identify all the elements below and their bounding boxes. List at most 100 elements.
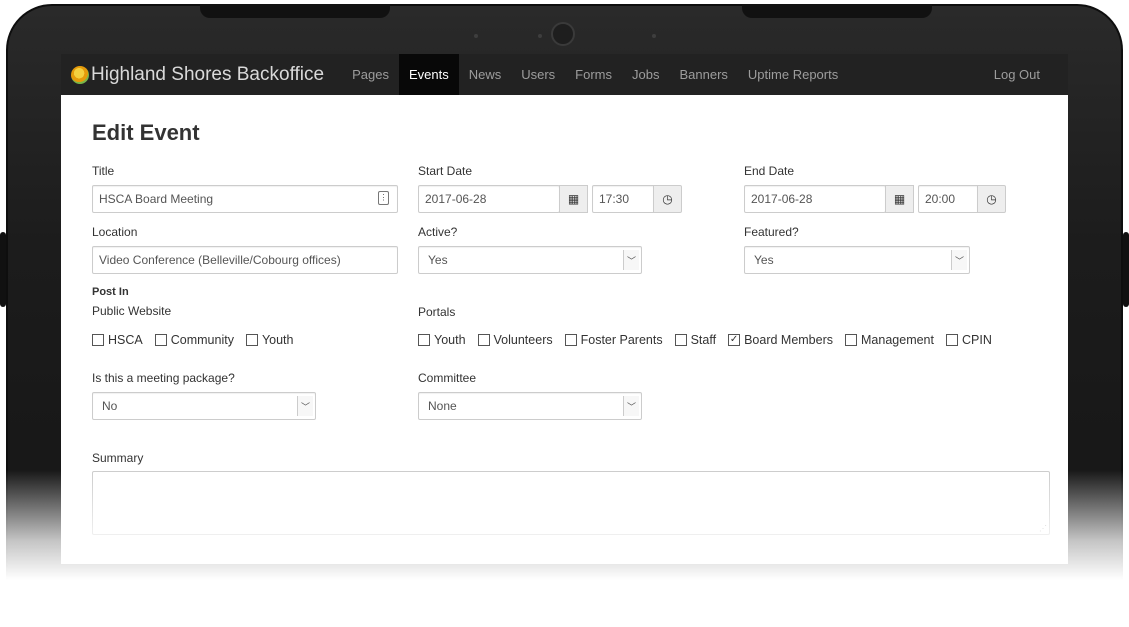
checkbox-box[interactable] — [154, 334, 167, 346]
checkbox-label: Foster Parents — [580, 333, 663, 347]
checkbox-label: HSCA — [108, 333, 143, 347]
check-icon[interactable]: ✓ — [728, 334, 741, 346]
checkbox-volunteers[interactable]: Volunteers — [477, 333, 553, 347]
nav-news[interactable]: News — [459, 54, 512, 95]
chevron-down-icon: ﹀ — [951, 250, 967, 270]
checkbox-box[interactable] — [845, 334, 858, 346]
contact-card-icon[interactable]: ⋮ — [378, 191, 389, 205]
nav-users[interactable]: Users — [511, 54, 565, 95]
start-date-value: 2017-06-28 — [425, 192, 487, 206]
nav-forms[interactable]: Forms — [565, 54, 622, 95]
checkbox-label: Management — [861, 333, 934, 347]
checkbox-box[interactable] — [945, 334, 958, 346]
public-website-label: Public Website — [92, 304, 172, 318]
checkbox-box[interactable] — [564, 334, 577, 346]
nav-uptime-reports[interactable]: Uptime Reports — [738, 54, 848, 95]
laptop-frame: Highland Shores Backoffice Pages Events … — [0, 0, 1129, 627]
committee-label: Committee — [418, 371, 477, 385]
checkbox-youth-public[interactable]: Youth — [245, 333, 294, 347]
checkbox-community[interactable]: Community — [154, 333, 234, 347]
screen: Highland Shores Backoffice Pages Events … — [61, 54, 1068, 564]
active-select[interactable]: Yes ﹀ — [418, 246, 642, 274]
checkbox-label: Staff — [690, 333, 717, 347]
checkbox-youth-portal[interactable]: Youth — [418, 333, 466, 347]
end-time-input[interactable]: 20:00 — [918, 185, 978, 213]
nav-pages[interactable]: Pages — [342, 54, 399, 95]
end-date-label: End Date — [744, 164, 795, 178]
checkbox-box[interactable] — [245, 334, 258, 346]
checkbox-staff[interactable]: Staff — [674, 333, 717, 347]
checkbox-management[interactable]: Management — [845, 333, 934, 347]
summary-label: Summary — [92, 451, 144, 465]
chevron-down-icon: ﹀ — [297, 396, 313, 416]
logout-link[interactable]: Log Out — [984, 54, 1058, 95]
title-label: Title — [92, 164, 115, 178]
checkbox-board-members[interactable]: ✓ Board Members — [728, 333, 833, 347]
meeting-package-select[interactable]: No ﹀ — [92, 392, 316, 420]
checkbox-label: Community — [170, 333, 234, 347]
checkbox-label: Board Members — [744, 333, 834, 347]
nav-jobs[interactable]: Jobs — [622, 54, 669, 95]
checkbox-label: Youth — [434, 333, 466, 347]
sensor-dot — [474, 34, 478, 38]
sensor-dot — [538, 34, 542, 38]
start-time-input[interactable]: 17:30 — [592, 185, 654, 213]
active-label: Active? — [418, 225, 458, 239]
featured-value: Yes — [754, 253, 774, 267]
chevron-down-icon: ﹀ — [623, 396, 639, 416]
public-website-options: HSCA Community Youth — [92, 333, 305, 347]
brand[interactable]: Highland Shores Backoffice — [71, 64, 324, 86]
end-date-input[interactable]: 2017-06-28 — [744, 185, 886, 213]
featured-label: Featured? — [744, 225, 799, 239]
calendar-icon[interactable]: ▦ — [885, 185, 914, 213]
featured-select[interactable]: Yes ﹀ — [744, 246, 970, 274]
checkbox-box[interactable] — [418, 334, 430, 346]
checkbox-box[interactable] — [674, 334, 687, 346]
title-value: HSCA Board Meeting — [99, 192, 214, 206]
edit-event-form: Edit Event — [61, 120, 1068, 146]
portals-label: Portals — [418, 305, 456, 319]
resize-grip-icon[interactable]: ⋰ — [1039, 524, 1047, 533]
side-button-left — [0, 232, 6, 307]
checkbox-box[interactable] — [92, 334, 104, 346]
title-input[interactable]: HSCA Board Meeting ⋮ — [92, 185, 398, 213]
top-navbar: Highland Shores Backoffice Pages Events … — [61, 54, 1068, 95]
checkbox-cpin[interactable]: CPIN — [945, 333, 992, 347]
page-title: Edit Event — [92, 120, 200, 145]
committee-value: None — [428, 399, 457, 413]
clock-icon[interactable]: ◷ — [977, 185, 1006, 213]
checkbox-foster-parents[interactable]: Foster Parents — [564, 333, 663, 347]
checkbox-label: Youth — [261, 333, 294, 347]
sensor-dot — [652, 34, 656, 38]
start-date-input[interactable]: 2017-06-28 — [418, 185, 560, 213]
logo-icon — [71, 65, 89, 84]
bezel-notch-right — [742, 4, 932, 18]
committee-select[interactable]: None ﹀ — [418, 392, 642, 420]
post-in-label: Post In — [92, 286, 129, 298]
nav-events[interactable]: Events — [398, 54, 459, 95]
location-value: Video Conference (Belleville/Cobourg off… — [99, 253, 341, 267]
end-time-value: 20:00 — [925, 192, 956, 206]
portal-options: Youth Volunteers Foster Parents Staff ✓ B… — [418, 333, 992, 347]
clock-icon[interactable]: ◷ — [653, 185, 682, 213]
side-button-right — [1123, 232, 1129, 307]
chevron-down-icon: ﹀ — [623, 250, 639, 270]
meeting-package-label: Is this a meeting package? — [92, 371, 235, 385]
brand-name: Highland Shores Backoffice — [91, 63, 325, 85]
calendar-icon[interactable]: ▦ — [559, 185, 588, 213]
start-time-value: 17:30 — [599, 192, 630, 206]
camera-icon — [551, 22, 575, 46]
checkbox-label: Volunteers — [493, 333, 553, 347]
active-value: Yes — [428, 253, 448, 267]
location-input[interactable]: Video Conference (Belleville/Cobourg off… — [92, 246, 398, 274]
checkbox-label: CPIN — [961, 333, 992, 347]
summary-textarea[interactable]: ⋰ — [92, 471, 1050, 535]
location-label: Location — [92, 225, 138, 239]
bezel-notch-left — [200, 4, 390, 18]
start-date-label: Start Date — [418, 164, 473, 178]
meeting-package-value: No — [102, 399, 118, 413]
nav-banners[interactable]: Banners — [669, 54, 737, 95]
end-date-value: 2017-06-28 — [751, 192, 813, 206]
checkbox-hsca[interactable]: HSCA — [92, 333, 143, 347]
checkbox-box[interactable] — [477, 334, 490, 346]
